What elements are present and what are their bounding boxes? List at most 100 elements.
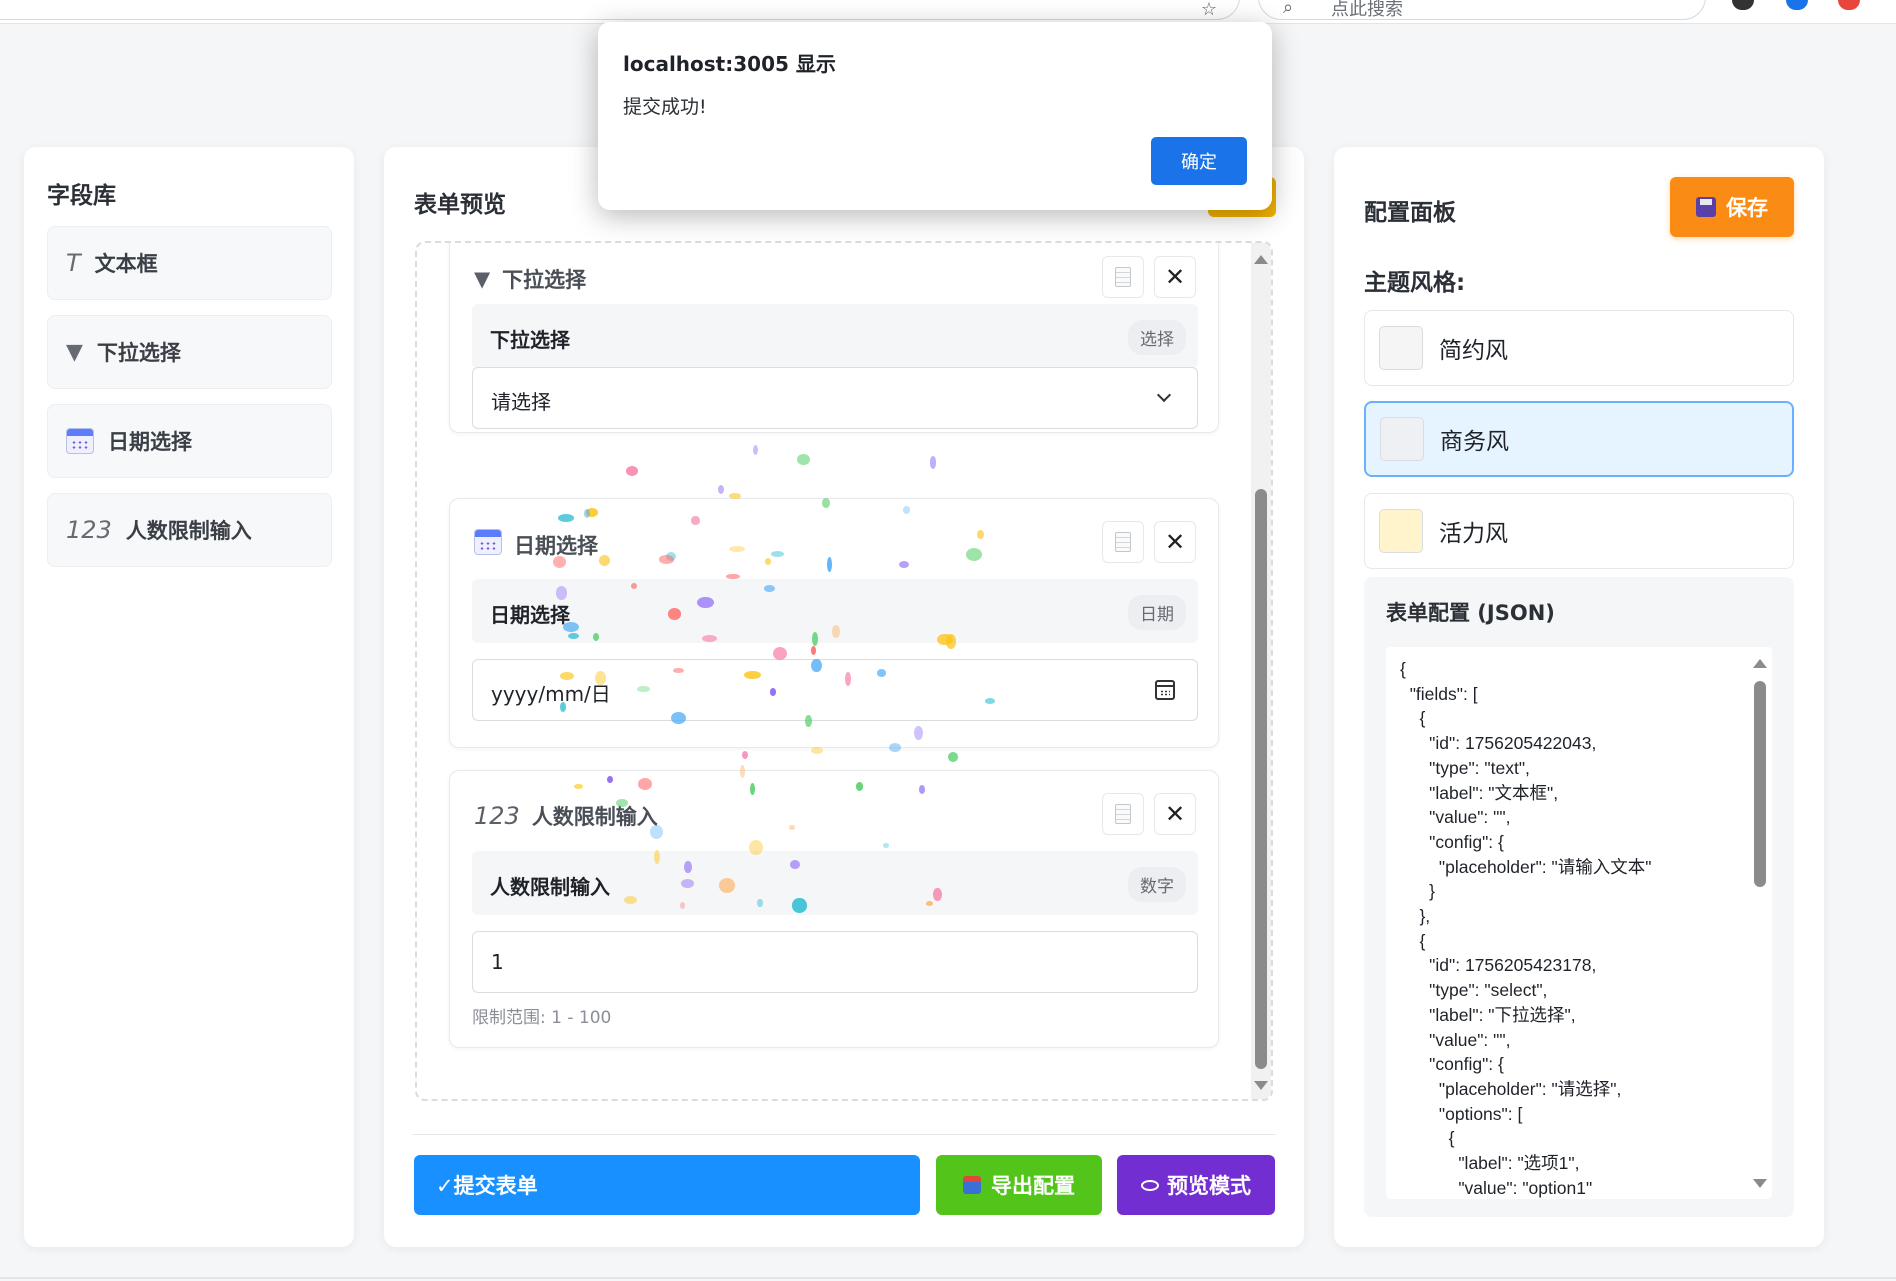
search-icon: ⌕: [1283, 0, 1294, 18]
theme-style-label: 主题风格:: [1364, 270, 1466, 296]
save-button[interactable]: 保存: [1670, 177, 1794, 237]
scroll-down-arrow-icon[interactable]: [1254, 1081, 1268, 1090]
theme-swatch: [1380, 417, 1424, 461]
json-config-textarea[interactable]: { "fields": [ { "id": 1756205422043, "ty…: [1386, 647, 1772, 1199]
field-label: 下拉选择: [490, 328, 570, 352]
window-bottom-edge: [0, 1277, 1896, 1279]
export-config-button[interactable]: 导出配置: [936, 1155, 1102, 1215]
preview-label: 预览模式: [1167, 1174, 1251, 1198]
select-placeholder: 请选择: [491, 390, 551, 414]
json-config-content: { "fields": [ { "id": 1756205422043, "ty…: [1400, 659, 1652, 1198]
form-drop-area[interactable]: ▼ 下拉选择 ✕ 下拉选择 选择 请选择 日期选择 ✕ 日期选择 日期 yyyy…: [415, 241, 1273, 1101]
json-config-title: 表单配置 (JSON): [1386, 601, 1555, 625]
alert-dialog: localhost:3005 显示 提交成功! 确定: [598, 22, 1272, 210]
preview-mode-button[interactable]: 预览模式: [1117, 1155, 1275, 1215]
app-icon[interactable]: [1838, 0, 1860, 10]
library-item-label: 人数限制输入: [125, 519, 252, 543]
floppy-disk-icon: [1696, 197, 1716, 217]
date-placeholder: yyyy/mm/日: [491, 682, 611, 706]
field-card-title: 日期选择: [514, 533, 598, 558]
json-config-section: 表单配置 (JSON) { "fields": [ { "id": 175620…: [1364, 577, 1794, 1217]
browser-search-box[interactable]: ⌕ 点此搜索: [1258, 0, 1706, 20]
field-card-date[interactable]: 日期选择 ✕ 日期选择 日期 yyyy/mm/日: [449, 498, 1219, 748]
field-label-bar: 下拉选择 选择: [472, 304, 1198, 368]
library-item-label: 下拉选择: [96, 341, 181, 365]
scroll-up-arrow-icon[interactable]: [1254, 255, 1268, 264]
close-icon: ✕: [1164, 528, 1186, 556]
scroll-up-arrow-icon[interactable]: [1753, 659, 1767, 668]
profile-icon[interactable]: [1786, 0, 1808, 10]
field-label: 日期选择: [490, 603, 570, 627]
remove-field-button[interactable]: ✕: [1154, 793, 1196, 835]
scrollbar-thumb[interactable]: [1754, 681, 1766, 887]
confetti-piece: [810, 747, 823, 755]
copy-field-button[interactable]: [1102, 256, 1144, 298]
extension-icon[interactable]: [1732, 0, 1754, 10]
number-value: 1: [491, 950, 504, 974]
close-icon: ✕: [1164, 263, 1186, 291]
triangle-down-icon: ▼: [474, 267, 491, 291]
remove-field-button[interactable]: ✕: [1154, 256, 1196, 298]
library-item-text[interactable]: T 文本框: [47, 226, 332, 300]
document-icon: [1115, 804, 1131, 824]
document-icon: [1115, 532, 1131, 552]
library-item-number[interactable]: 123 人数限制输入: [47, 493, 332, 567]
date-input[interactable]: yyyy/mm/日: [472, 659, 1198, 721]
number-input[interactable]: 1: [472, 931, 1198, 993]
config-panel: 配置面板 保存 主题风格: 简约风 商务风 活力风 表单配置 (JSON) { …: [1334, 147, 1824, 1247]
theme-option-business[interactable]: 商务风: [1364, 401, 1794, 477]
confetti-piece: [718, 484, 725, 495]
calendar-picker-icon[interactable]: [1155, 680, 1175, 700]
field-type-tag: 数字: [1128, 867, 1186, 902]
close-icon: ✕: [1164, 800, 1186, 828]
browser-toolbar: ☆ ⌕ 点此搜索: [0, 0, 1896, 24]
number-icon: 123: [66, 516, 112, 544]
theme-name: 商务风: [1440, 429, 1509, 455]
field-card-title: 人数限制输入: [531, 805, 658, 829]
dialog-title: localhost:3005 显示: [623, 52, 836, 76]
confetti-piece: [929, 456, 937, 469]
eye-icon: [1141, 1179, 1159, 1191]
select-dropdown[interactable]: 请选择: [472, 367, 1198, 429]
theme-option-simple[interactable]: 简约风: [1364, 310, 1794, 386]
theme-name: 简约风: [1439, 338, 1508, 364]
preview-scrollbar[interactable]: [1251, 243, 1271, 1099]
address-bar[interactable]: ☆: [0, 0, 1240, 20]
submit-form-button[interactable]: ✓提交表单: [414, 1155, 920, 1215]
theme-swatch: [1379, 509, 1423, 553]
field-card-select[interactable]: ▼ 下拉选择 ✕ 下拉选择 选择 请选择: [449, 243, 1219, 433]
theme-option-vibrant[interactable]: 活力风: [1364, 493, 1794, 569]
dialog-ok-button[interactable]: 确定: [1151, 137, 1247, 185]
field-library-title: 字段库: [47, 183, 116, 209]
library-item-date[interactable]: 日期选择: [47, 404, 332, 478]
copy-field-button[interactable]: [1102, 793, 1144, 835]
confetti-piece: [947, 752, 959, 763]
triangle-down-icon: ▼: [66, 339, 83, 365]
scrollbar-thumb[interactable]: [1255, 489, 1267, 1069]
field-card-header: 123 人数限制输入: [474, 801, 658, 831]
copy-field-button[interactable]: [1102, 521, 1144, 563]
divider: [412, 1134, 1276, 1135]
remove-field-button[interactable]: ✕: [1154, 521, 1196, 563]
scroll-down-arrow-icon[interactable]: [1753, 1179, 1767, 1188]
config-panel-title: 配置面板: [1364, 200, 1456, 226]
field-type-tag: 日期: [1128, 595, 1186, 630]
export-label: 导出配置: [991, 1174, 1075, 1198]
dialog-message: 提交成功!: [623, 96, 707, 118]
library-item-select[interactable]: ▼ 下拉选择: [47, 315, 332, 389]
export-icon: [963, 1176, 981, 1194]
bookmark-star-icon[interactable]: ☆: [1201, 0, 1217, 20]
calendar-icon: [66, 428, 94, 454]
save-label: 保存: [1726, 196, 1768, 220]
calendar-icon: [474, 529, 502, 560]
library-item-label: 文本框: [94, 252, 158, 276]
field-card-number[interactable]: 123 人数限制输入 ✕ 人数限制输入 数字 1 限制范围: 1 - 100: [449, 770, 1219, 1048]
theme-swatch: [1379, 326, 1423, 370]
field-label: 人数限制输入: [490, 875, 610, 899]
field-library-panel: 字段库 T 文本框 ▼ 下拉选择 日期选择 123 人数限制输入: [24, 147, 354, 1247]
json-scrollbar[interactable]: [1750, 647, 1770, 1199]
field-card-header: 日期选择: [474, 529, 598, 560]
confetti-piece: [796, 454, 811, 466]
chevron-down-icon: [1156, 387, 1172, 403]
field-card-title: 下拉选择: [502, 268, 587, 292]
